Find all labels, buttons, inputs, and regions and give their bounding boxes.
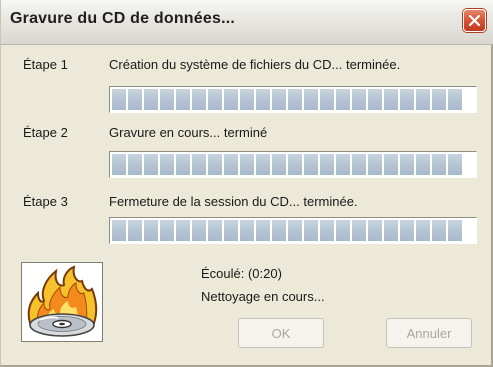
step-2-label: Étape 2 bbox=[23, 125, 68, 140]
progress-segment bbox=[192, 89, 206, 110]
progress-segment bbox=[432, 154, 446, 175]
title-bar[interactable]: Gravure du CD de données... bbox=[1, 0, 493, 45]
progress-segment bbox=[352, 89, 366, 110]
progress-segment bbox=[432, 89, 446, 110]
step-3-progress-bar bbox=[109, 217, 477, 244]
progress-segment bbox=[128, 154, 142, 175]
progress-segment bbox=[304, 154, 318, 175]
progress-segment bbox=[144, 89, 158, 110]
progress-segment bbox=[240, 154, 254, 175]
progress-segment bbox=[160, 89, 174, 110]
progress-segment bbox=[400, 220, 414, 241]
status-message: Nettoyage en cours... bbox=[201, 289, 325, 304]
progress-segment bbox=[192, 220, 206, 241]
progress-segment bbox=[256, 89, 270, 110]
progress-segment bbox=[352, 220, 366, 241]
progress-segment bbox=[384, 220, 398, 241]
progress-segment bbox=[208, 89, 222, 110]
step-1-progress-bar bbox=[109, 86, 477, 113]
progress-segment bbox=[112, 154, 126, 175]
ok-button[interactable]: OK bbox=[238, 318, 324, 348]
progress-segment bbox=[208, 154, 222, 175]
progress-segment bbox=[448, 89, 462, 110]
progress-segment bbox=[400, 154, 414, 175]
elapsed-time: Écoulé: (0:20) bbox=[201, 266, 282, 281]
progress-segment bbox=[176, 220, 190, 241]
progress-segment bbox=[288, 220, 302, 241]
close-button[interactable] bbox=[463, 9, 486, 32]
progress-segment bbox=[384, 89, 398, 110]
progress-segment bbox=[352, 154, 366, 175]
progress-segment bbox=[368, 220, 382, 241]
cancel-button[interactable]: Annuler bbox=[386, 318, 472, 348]
progress-segment bbox=[416, 220, 430, 241]
window-title: Gravure du CD de données... bbox=[10, 10, 236, 27]
progress-segment bbox=[448, 154, 462, 175]
step-2-progress-bar bbox=[109, 151, 477, 178]
close-icon bbox=[468, 14, 481, 27]
progress-segment bbox=[160, 220, 174, 241]
progress-segment bbox=[336, 154, 350, 175]
progress-segment bbox=[368, 154, 382, 175]
progress-segment bbox=[304, 89, 318, 110]
step-2-status: Gravure en cours... terminé bbox=[109, 125, 268, 140]
step-3-label: Étape 3 bbox=[23, 194, 68, 209]
cd-burning-icon bbox=[21, 262, 103, 342]
progress-segment bbox=[256, 154, 270, 175]
progress-segment bbox=[144, 154, 158, 175]
progress-segment bbox=[160, 154, 174, 175]
progress-segment bbox=[240, 89, 254, 110]
progress-segment bbox=[288, 154, 302, 175]
progress-segment bbox=[336, 89, 350, 110]
progress-segment bbox=[112, 89, 126, 110]
step-3-status: Fermeture de la session du CD... terminé… bbox=[109, 194, 358, 209]
progress-segment bbox=[320, 89, 334, 110]
progress-segment bbox=[448, 220, 462, 241]
step-1-label: Étape 1 bbox=[23, 57, 68, 72]
progress-segment bbox=[256, 220, 270, 241]
progress-segment bbox=[192, 154, 206, 175]
progress-segment bbox=[432, 220, 446, 241]
progress-segment bbox=[320, 154, 334, 175]
progress-segment bbox=[272, 89, 286, 110]
progress-segment bbox=[304, 220, 318, 241]
progress-segment bbox=[112, 220, 126, 241]
progress-segment bbox=[176, 154, 190, 175]
burn-dialog: Gravure du CD de données... Étape 1 Créa… bbox=[0, 0, 493, 367]
progress-segment bbox=[400, 89, 414, 110]
progress-segment bbox=[176, 89, 190, 110]
progress-segment bbox=[416, 89, 430, 110]
progress-segment bbox=[144, 220, 158, 241]
progress-segment bbox=[416, 154, 430, 175]
progress-segment bbox=[288, 89, 302, 110]
progress-segment bbox=[272, 220, 286, 241]
progress-segment bbox=[208, 220, 222, 241]
progress-segment bbox=[128, 220, 142, 241]
step-1-status: Création du système de fichiers du CD...… bbox=[109, 57, 401, 72]
progress-segment bbox=[368, 89, 382, 110]
progress-segment bbox=[224, 154, 238, 175]
progress-segment bbox=[240, 220, 254, 241]
progress-segment bbox=[320, 220, 334, 241]
progress-segment bbox=[224, 220, 238, 241]
progress-segment bbox=[224, 89, 238, 110]
progress-segment bbox=[272, 154, 286, 175]
progress-segment bbox=[384, 154, 398, 175]
progress-segment bbox=[128, 89, 142, 110]
progress-segment bbox=[336, 220, 350, 241]
